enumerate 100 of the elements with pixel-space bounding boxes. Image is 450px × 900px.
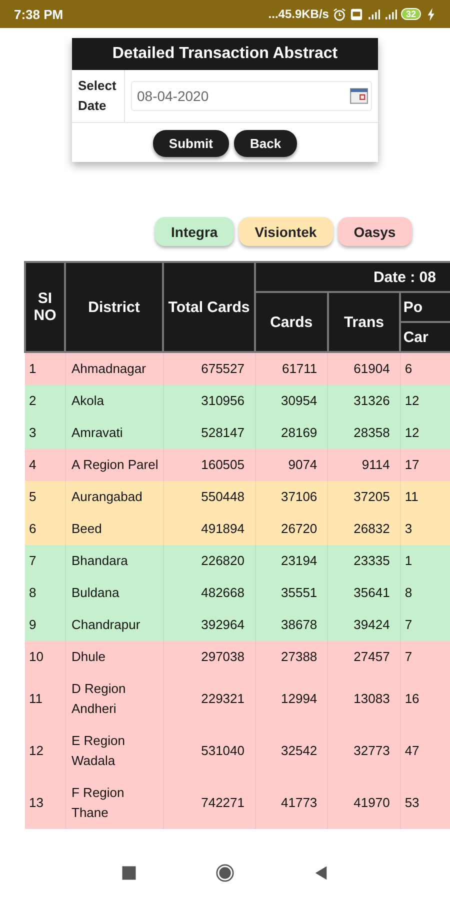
district-name: A Region Parel xyxy=(72,457,158,472)
back-button[interactable]: Back xyxy=(234,130,298,157)
recents-square-icon[interactable] xyxy=(120,864,138,882)
table-cell: 2 xyxy=(29,393,36,408)
table-cell: 17 xyxy=(404,457,420,472)
date-label: Select Date xyxy=(72,70,125,122)
table-cell: 6 xyxy=(404,361,412,376)
table-cell: 5 xyxy=(29,489,36,504)
table-cell: 7 xyxy=(29,553,36,568)
submit-button[interactable]: Submit xyxy=(152,130,229,157)
district-name: E Region Wadala xyxy=(72,733,125,768)
message-icon xyxy=(350,8,363,20)
table-cell: 12994 xyxy=(281,691,318,706)
table-cell: 8 xyxy=(29,585,36,600)
column-header: District xyxy=(65,262,163,352)
alarm-icon xyxy=(332,8,346,20)
district-name: Ahmadnagar xyxy=(72,361,146,376)
table-cell: 229321 xyxy=(201,691,244,706)
table-cell: 9 xyxy=(29,617,36,632)
district-name: Beed xyxy=(72,521,102,536)
district-name: Chandrapur xyxy=(72,617,140,632)
district-name: Bhandara xyxy=(72,553,128,568)
district-name: Akola xyxy=(72,393,104,408)
form-title: Detailed Transaction Abstract xyxy=(72,38,378,70)
table-cell: 531040 xyxy=(201,743,244,758)
table-cell: 9074 xyxy=(288,457,318,472)
table-cell: 35641 xyxy=(354,585,390,600)
battery-level: 32 xyxy=(400,8,421,20)
table-cell: 297038 xyxy=(201,649,244,664)
calendar-icon[interactable] xyxy=(350,88,368,104)
table-cell: 32773 xyxy=(354,743,390,758)
network-speed: ...45.9KB/s xyxy=(268,7,329,21)
table-cell: 12 xyxy=(404,393,420,408)
signal-icon xyxy=(384,8,397,20)
table-cell: 39424 xyxy=(354,617,390,632)
district-name: F Region Thane xyxy=(72,785,124,820)
table-cell: 11 xyxy=(29,691,42,706)
home-circle-icon[interactable] xyxy=(216,864,234,882)
district-name: Amravati xyxy=(72,425,123,440)
table-cell: 28358 xyxy=(354,425,390,440)
table-cell: 13 xyxy=(29,795,44,810)
district-name: Dhule xyxy=(72,649,106,664)
date-header: Date : 08 xyxy=(255,262,450,292)
table-cell: 27457 xyxy=(354,649,390,664)
table-cell: 3 xyxy=(29,425,36,440)
table-cell: 26832 xyxy=(354,521,390,536)
table-cell: 4 xyxy=(29,457,36,472)
column-header: Total Cards xyxy=(163,262,255,352)
column-header: Cards xyxy=(255,292,328,352)
table-cell: 11 xyxy=(404,489,418,504)
table-cell: 6 xyxy=(29,521,36,536)
table-cell: 1 xyxy=(404,553,412,568)
table-cell: 16 xyxy=(404,691,420,706)
table-cell: 41773 xyxy=(281,795,318,810)
table-cell: 482668 xyxy=(201,585,244,600)
table-cell: 8 xyxy=(404,585,412,600)
table-cell: 742271 xyxy=(201,795,244,810)
table-cell: 26720 xyxy=(281,521,318,536)
table-cell: 53 xyxy=(404,795,420,810)
district-name: Aurangabad xyxy=(72,489,142,504)
district-name: D Region Andheri xyxy=(72,681,126,716)
table-cell: 28169 xyxy=(281,425,318,440)
table-cell: 392964 xyxy=(201,617,244,632)
table-cell: 61711 xyxy=(282,361,318,376)
vendor-legend-button[interactable]: Integra xyxy=(155,217,234,246)
table-cell: 310956 xyxy=(201,393,244,408)
table-cell: 160505 xyxy=(201,457,244,472)
table-cell: 550448 xyxy=(201,489,244,504)
table-cell: 13083 xyxy=(354,691,390,706)
table-cell: 675527 xyxy=(201,361,244,376)
clock-time: 7:38 PM xyxy=(14,6,64,22)
date-input-field[interactable]: 08-04-2020 xyxy=(131,81,372,111)
table-cell: 61904 xyxy=(354,361,390,376)
table-cell: 37205 xyxy=(354,489,390,504)
table-cell: 37106 xyxy=(281,489,318,504)
district-name: Buldana xyxy=(72,585,120,600)
table-cell: 23335 xyxy=(354,553,390,568)
table-cell: 47 xyxy=(404,743,420,758)
column-header: Po xyxy=(400,292,450,322)
table-cell: 32542 xyxy=(281,743,318,758)
column-header: SI NO xyxy=(25,262,65,352)
table-cell: 27388 xyxy=(281,649,318,664)
table-cell: 7 xyxy=(404,617,412,632)
signal-icon xyxy=(366,8,380,20)
column-header: Trans xyxy=(328,292,400,352)
table-cell: 491894 xyxy=(201,521,244,536)
vendor-legend-button[interactable]: Visiontek xyxy=(238,217,333,246)
table-cell: 35551 xyxy=(281,585,318,600)
table-cell: 1 xyxy=(29,361,36,376)
table-cell: 9114 xyxy=(362,457,390,472)
table-cell: 528147 xyxy=(201,425,244,440)
table-cell: 226820 xyxy=(201,553,244,568)
table-cell: 23194 xyxy=(281,553,318,568)
table-cell: 12 xyxy=(404,425,420,440)
vendor-legend-button[interactable]: Oasys xyxy=(338,217,412,246)
table-cell: 10 xyxy=(29,649,44,664)
table-cell: 41970 xyxy=(354,795,390,810)
table-cell: 38678 xyxy=(281,617,318,632)
table-cell: 12 xyxy=(29,743,44,758)
table-cell: 31326 xyxy=(354,393,390,408)
